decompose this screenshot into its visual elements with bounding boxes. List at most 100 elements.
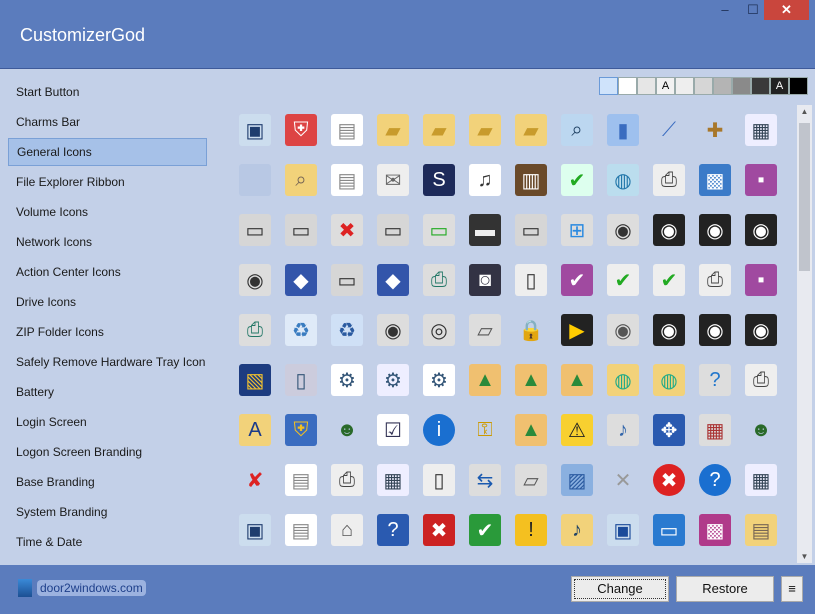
- drive-x-icon[interactable]: ✖: [324, 205, 370, 255]
- close-button[interactable]: ✕: [764, 0, 809, 20]
- laptop-icon[interactable]: ▭: [646, 505, 692, 555]
- dvd-rom-icon[interactable]: ◉: [738, 205, 784, 255]
- window-icon[interactable]: ▦: [738, 455, 784, 505]
- folder-net-icon[interactable]: ◍: [600, 355, 646, 405]
- users-icon[interactable]: ☻: [324, 405, 370, 455]
- error-icon[interactable]: ✖: [646, 455, 692, 505]
- window-icon[interactable]: ▦: [370, 455, 416, 505]
- shield-help-icon[interactable]: ?: [370, 505, 416, 555]
- printer-check-icon[interactable]: ✔: [600, 255, 646, 305]
- s-logo-icon[interactable]: S: [416, 155, 462, 205]
- document-icon[interactable]: ▤: [278, 455, 324, 505]
- color-swatch[interactable]: [618, 77, 637, 95]
- dvd-icon[interactable]: ◉: [600, 205, 646, 255]
- drive-icon[interactable]: ▭: [232, 205, 278, 255]
- image-icon[interactable]: ▲: [462, 355, 508, 405]
- monitor-icon[interactable]: ▣: [232, 105, 278, 155]
- drive-icon[interactable]: ▭: [508, 205, 554, 255]
- sidebar-item[interactable]: Safely Remove Hardware Tray Icon: [8, 347, 207, 377]
- warning-icon[interactable]: ⚠: [554, 405, 600, 455]
- color-swatch[interactable]: [713, 77, 732, 95]
- dvd-icon[interactable]: ◉: [370, 305, 416, 355]
- error-x-icon[interactable]: ✘: [232, 455, 278, 505]
- cd-rom-icon[interactable]: ◉: [692, 305, 738, 355]
- folder-search-icon[interactable]: ⌕: [278, 155, 324, 205]
- gear-window-icon[interactable]: ⚙: [370, 355, 416, 405]
- gear-doc-icon[interactable]: ⚙: [416, 355, 462, 405]
- dvd-rw-icon[interactable]: ◉: [232, 255, 278, 305]
- maximize-button[interactable]: ☐: [740, 0, 766, 20]
- sidebar-item[interactable]: Drive Icons: [8, 287, 207, 317]
- color-swatch[interactable]: [637, 77, 656, 95]
- printer-check-icon[interactable]: ✔: [646, 255, 692, 305]
- sidebar-item[interactable]: Logon Screen Branding: [8, 437, 207, 467]
- printer-icon[interactable]: ⎙: [692, 255, 738, 305]
- site-link-text[interactable]: door2windows.com: [37, 580, 146, 596]
- users-icon[interactable]: ☻: [738, 405, 784, 455]
- drive-icon[interactable]: ▭: [370, 205, 416, 255]
- folder-net-icon[interactable]: ◍: [646, 355, 692, 405]
- sidebar-item[interactable]: System Branding: [8, 497, 207, 527]
- sidebar-item[interactable]: Time & Date: [8, 527, 207, 557]
- drive-help-icon[interactable]: ?: [692, 355, 738, 405]
- image-icon[interactable]: ▲: [508, 355, 554, 405]
- window-icon[interactable]: ▦: [738, 105, 784, 155]
- dvd-r-icon[interactable]: ◉: [646, 205, 692, 255]
- color-swatch[interactable]: [789, 77, 808, 95]
- x-gray-icon[interactable]: ✕: [600, 455, 646, 505]
- drive-net-icon[interactable]: ▭: [416, 205, 462, 255]
- printer-net-icon[interactable]: ⎙: [232, 305, 278, 355]
- printer-icon[interactable]: ⎙: [324, 455, 370, 505]
- folder-doc-icon[interactable]: ▤: [738, 505, 784, 555]
- menu-button[interactable]: ≡: [781, 576, 803, 602]
- document-icon[interactable]: ▤: [278, 505, 324, 555]
- checklist-icon[interactable]: ☑: [370, 405, 416, 455]
- floppy-icon[interactable]: ▪: [738, 155, 784, 205]
- shield-uac-icon[interactable]: ⛨: [278, 405, 324, 455]
- camera-icon[interactable]: ◎: [416, 305, 462, 355]
- compass-icon[interactable]: ✥: [646, 405, 692, 455]
- disk-icon[interactable]: ◆: [370, 255, 416, 305]
- drive-icon[interactable]: ▭: [278, 205, 324, 255]
- music-doc-icon[interactable]: ♫: [462, 155, 508, 205]
- sidebar-item[interactable]: Charms Bar: [8, 107, 207, 137]
- folder-icon[interactable]: ▰: [508, 105, 554, 155]
- remote-icon[interactable]: ▯: [278, 355, 324, 405]
- image-icon[interactable]: ▲: [508, 405, 554, 455]
- camcorder-icon[interactable]: ◙: [462, 255, 508, 305]
- color-swatch[interactable]: A: [770, 77, 789, 95]
- color-swatch[interactable]: [694, 77, 713, 95]
- color-swatch[interactable]: [599, 77, 618, 95]
- globe-pc-icon[interactable]: ◍: [600, 155, 646, 205]
- shield-icon[interactable]: ⛨: [278, 105, 324, 155]
- dvd-ram-icon[interactable]: ◉: [692, 205, 738, 255]
- color-swatch[interactable]: A: [656, 77, 675, 95]
- sidebar-item[interactable]: Base Branding: [8, 467, 207, 497]
- image-icon[interactable]: ▲: [554, 355, 600, 405]
- cd-r-icon[interactable]: ◉: [646, 305, 692, 355]
- document-icon[interactable]: ▤: [324, 155, 370, 205]
- blank-icon[interactable]: [232, 155, 278, 205]
- scrollbar[interactable]: ▲ ▼: [797, 105, 812, 563]
- mail-icon[interactable]: ✉: [370, 155, 416, 205]
- color-swatch[interactable]: [675, 77, 694, 95]
- sidebar-item[interactable]: General Icons: [8, 138, 207, 166]
- puzzle-icon[interactable]: ✚: [692, 105, 738, 155]
- printer-icon[interactable]: ⎙: [738, 355, 784, 405]
- page-icon[interactable]: ▮: [600, 105, 646, 155]
- search-icon[interactable]: ⌕: [554, 105, 600, 155]
- folder-music-icon[interactable]: ♪: [554, 505, 600, 555]
- scroll-down-icon[interactable]: ▼: [797, 552, 812, 561]
- sidebar-item[interactable]: Network Icons: [8, 227, 207, 257]
- computer-icon[interactable]: ▣: [600, 505, 646, 555]
- phone-icon[interactable]: ▯: [416, 455, 462, 505]
- document-icon[interactable]: ▤: [324, 105, 370, 155]
- sidebar-item[interactable]: Start Button: [8, 77, 207, 107]
- apps-icon[interactable]: ▦: [692, 405, 738, 455]
- media-player-icon[interactable]: ▶: [554, 305, 600, 355]
- presentation-icon[interactable]: ⌂: [324, 505, 370, 555]
- recycle-full-icon[interactable]: ♻: [324, 305, 370, 355]
- key-icon[interactable]: ⚿: [462, 405, 508, 455]
- scanner-icon[interactable]: ▱: [508, 455, 554, 505]
- installer-icon[interactable]: ▩: [692, 505, 738, 555]
